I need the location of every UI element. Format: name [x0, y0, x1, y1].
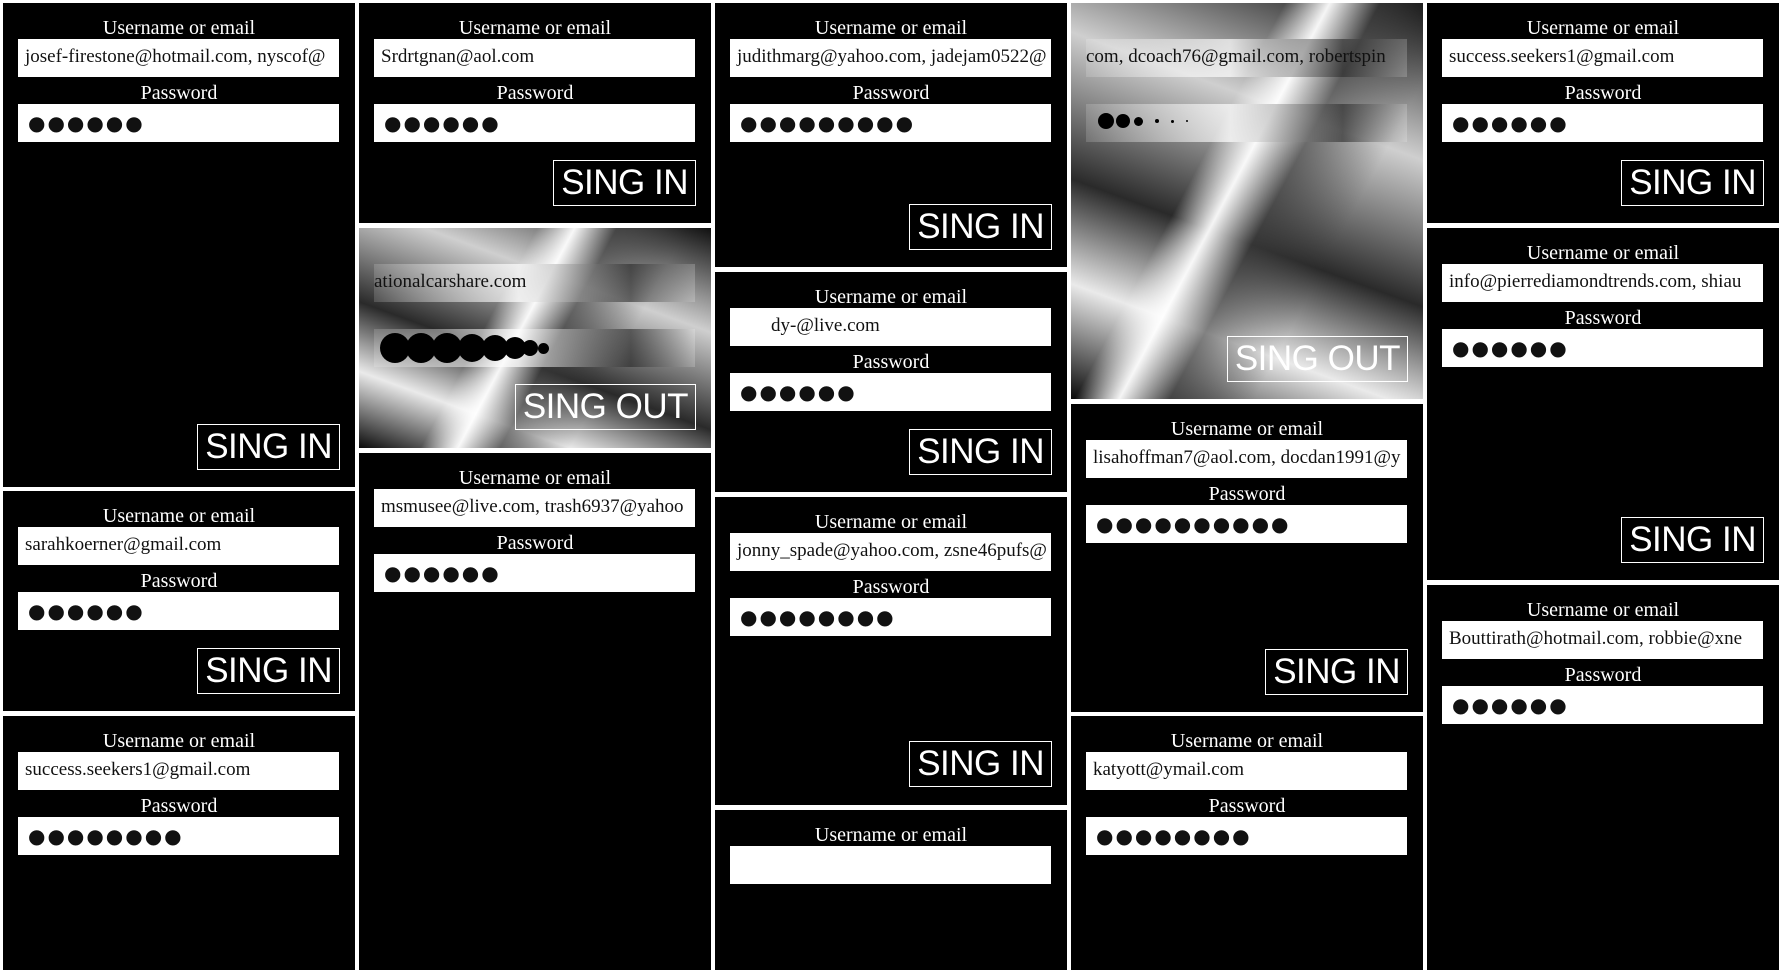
- username-label: Username or email: [814, 824, 968, 846]
- password-label: Password: [496, 532, 574, 554]
- password-input[interactable]: ●●●●●●: [1442, 329, 1763, 367]
- password-input[interactable]: ●●●●●●●●: [1086, 817, 1407, 855]
- username-label: Username or email: [814, 286, 968, 308]
- username-label: Username or email: [1526, 599, 1680, 621]
- sign-in-button[interactable]: SING IN: [909, 429, 1052, 475]
- sign-in-button[interactable]: SING IN: [909, 204, 1052, 250]
- login-card: Username or email: [715, 810, 1067, 970]
- username-input[interactable]: judithmarg@yahoo.com, jadejam0522@: [730, 39, 1051, 77]
- login-card: Username or email Bouttirath@hotmail.com…: [1427, 585, 1779, 970]
- sign-in-button[interactable]: SING IN: [197, 648, 340, 694]
- password-label: Password: [852, 576, 930, 598]
- password-input[interactable]: ●●●●●●: [1442, 104, 1763, 142]
- username-input[interactable]: katyott@ymail.com: [1086, 752, 1407, 790]
- sign-in-button[interactable]: SING IN: [1265, 649, 1408, 695]
- username-input[interactable]: success.seekers1@gmail.com: [18, 752, 339, 790]
- username-input[interactable]: info@pierrediamondtrends.com, shiau: [1442, 264, 1763, 302]
- password-label: Password: [140, 570, 218, 592]
- login-card: Username or email success.seekers1@gmail…: [1427, 3, 1779, 223]
- login-card: Username or email jonny_spade@yahoo.com,…: [715, 497, 1067, 805]
- username-input[interactable]: dy-@live.com: [730, 308, 1051, 346]
- username-label: Username or email: [814, 17, 968, 39]
- password-input[interactable]: ●●●●●●: [374, 554, 695, 592]
- username-label: Username or email: [814, 511, 968, 533]
- password-input[interactable]: ●●●●●●: [374, 104, 695, 142]
- password-label: Password: [852, 82, 930, 104]
- username-label: Username or email: [458, 17, 612, 39]
- username-label: Username or email: [458, 467, 612, 489]
- login-card: Username or email lisahoffman7@aol.com, …: [1071, 404, 1423, 712]
- password-label: Password: [1564, 307, 1642, 329]
- password-input[interactable]: ●●●●●●: [1442, 686, 1763, 724]
- password-input[interactable]: ●●●●●●: [18, 104, 339, 142]
- password-input[interactable]: ●●●●●●●●●: [730, 104, 1051, 142]
- login-card: Username or email judithmarg@yahoo.com, …: [715, 3, 1067, 267]
- username-label: Username or email: [102, 505, 256, 527]
- username-label: Username or email: [1526, 242, 1680, 264]
- username-label: Username or email: [102, 17, 256, 39]
- password-label: Password: [496, 82, 574, 104]
- password-label: Password: [140, 82, 218, 104]
- username-input[interactable]: sarahkoerner@gmail.com: [18, 527, 339, 565]
- username-input[interactable]: jonny_spade@yahoo.com, zsne46pufs@: [730, 533, 1051, 571]
- password-input[interactable]: ●●●●●●●●●●: [1086, 505, 1407, 543]
- username-input[interactable]: [730, 846, 1051, 884]
- username-input[interactable]: Srdrtgnan@aol.com: [374, 39, 695, 77]
- password-input[interactable]: ●●●●●●●●: [730, 598, 1051, 636]
- password-dots-graphic: [380, 333, 549, 363]
- password-input[interactable]: ●●●●●●●●: [18, 817, 339, 855]
- sign-out-button[interactable]: SING OUT: [1226, 336, 1408, 382]
- logged-in-card: com, dcoach76@gmail.com, robertspin SING…: [1071, 3, 1423, 399]
- logged-in-card: ationalcarshare.com SING OUT: [359, 228, 711, 448]
- password-input[interactable]: ●●●●●●: [730, 373, 1051, 411]
- password-dots-graphic: [1098, 112, 1188, 130]
- password-label: Password: [852, 351, 930, 373]
- login-card: Username or email sarahkoerner@gmail.com…: [3, 491, 355, 711]
- password-label: Password: [1208, 795, 1286, 817]
- username-input[interactable]: josef-firestone@hotmail.com, nyscof@: [18, 39, 339, 77]
- login-card: Username or email dy-@live.com Password …: [715, 272, 1067, 492]
- username-display: com, dcoach76@gmail.com, robertspin: [1086, 39, 1407, 77]
- username-display: ationalcarshare.com: [374, 264, 695, 302]
- sign-in-button[interactable]: SING IN: [553, 160, 696, 206]
- sign-out-button[interactable]: SING OUT: [514, 384, 696, 430]
- username-input[interactable]: Bouttirath@hotmail.com, robbie@xne: [1442, 621, 1763, 659]
- username-label: Username or email: [1526, 17, 1680, 39]
- sign-in-button[interactable]: SING IN: [909, 741, 1052, 787]
- sign-in-button[interactable]: SING IN: [1621, 160, 1764, 206]
- login-card: Username or email josef-firestone@hotmai…: [3, 3, 355, 487]
- password-label: Password: [1564, 82, 1642, 104]
- password-display: [374, 329, 695, 367]
- username-input[interactable]: success.seekers1@gmail.com: [1442, 39, 1763, 77]
- login-card: Username or email info@pierrediamondtren…: [1427, 228, 1779, 580]
- login-card: Username or email msmusee@live.com, tras…: [359, 453, 711, 970]
- password-display: [1086, 104, 1407, 142]
- password-input[interactable]: ●●●●●●: [18, 592, 339, 630]
- password-label: Password: [140, 795, 218, 817]
- password-label: Password: [1564, 664, 1642, 686]
- username-input[interactable]: lisahoffman7@aol.com, docdan1991@y: [1086, 440, 1407, 478]
- username-input[interactable]: msmusee@live.com, trash6937@yahoo: [374, 489, 695, 527]
- sign-in-button[interactable]: SING IN: [197, 424, 340, 470]
- login-card: Username or email success.seekers1@gmail…: [3, 716, 355, 970]
- login-card: Username or email katyott@ymail.com Pass…: [1071, 716, 1423, 970]
- login-card: Username or email Srdrtgnan@aol.com Pass…: [359, 3, 711, 223]
- username-label: Username or email: [1170, 730, 1324, 752]
- username-label: Username or email: [102, 730, 256, 752]
- password-label: Password: [1208, 483, 1286, 505]
- sign-in-button[interactable]: SING IN: [1621, 517, 1764, 563]
- username-label: Username or email: [1170, 418, 1324, 440]
